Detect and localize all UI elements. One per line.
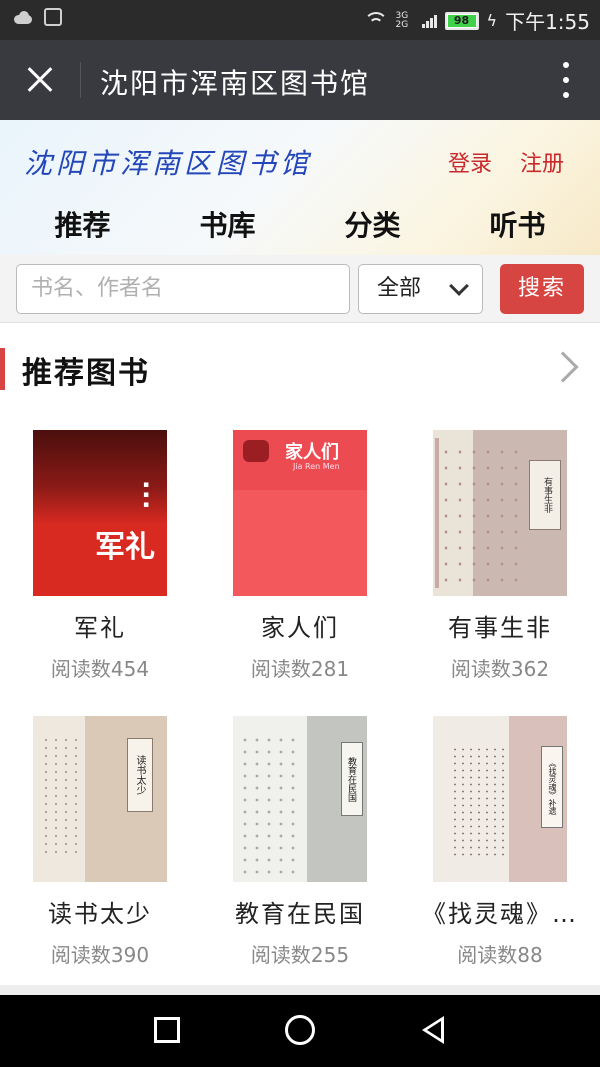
book-read-count: 阅读数390 — [50, 943, 150, 967]
page-title: 沈阳市浑南区图书馆 — [100, 67, 371, 100]
nav-library[interactable]: 书库 — [191, 204, 263, 244]
cover-title-text: 军礼 — [95, 530, 155, 565]
book-cover[interactable]: ▪▪▪ 军礼 — [33, 430, 167, 596]
chevron-right-icon[interactable] — [547, 351, 579, 383]
book-title[interactable]: 家人们 — [200, 608, 400, 643]
cover-title-text: 读书太少 — [127, 738, 153, 812]
book-title[interactable]: 《找灵魂》… — [400, 894, 600, 929]
search-scope-value: 全部 — [377, 276, 422, 301]
nav-audiobooks[interactable]: 听书 — [481, 204, 553, 244]
charging-icon: ϟ — [486, 11, 498, 30]
book-cover[interactable]: 家人们 Jia Ren Men — [233, 430, 367, 596]
book-title[interactable]: 军礼 — [0, 608, 200, 643]
title-bar: 沈阳市浑南区图书馆 — [0, 40, 600, 120]
cover-title-text: 教育在民国 — [341, 742, 363, 816]
search-button[interactable]: 搜索 — [500, 264, 584, 314]
signal-icon — [421, 14, 437, 28]
more-options-icon[interactable] — [556, 62, 576, 98]
cover-title-text: 家人们 — [285, 442, 339, 463]
book-card[interactable]: ▪▪▪ 军礼 军礼 阅读数454 — [0, 430, 200, 682]
book-read-count: 阅读数281 — [250, 657, 350, 681]
book-cover[interactable]: 读书太少 — [33, 716, 167, 882]
register-link[interactable]: 注册 — [520, 146, 564, 178]
nav-recommend[interactable]: 推荐 — [46, 204, 118, 244]
home-icon[interactable] — [285, 1015, 315, 1045]
book-read-count: 阅读数255 — [250, 943, 350, 967]
book-cover[interactable]: 教育在民国 — [233, 716, 367, 882]
back-icon[interactable] — [422, 1016, 444, 1044]
status-bar: 3G 2G 98 ϟ 下午1:55 — [0, 0, 600, 40]
wifi-icon — [363, 11, 388, 30]
book-cover[interactable]: 有事生非 — [433, 430, 567, 596]
site-header: 沈阳市浑南区图书馆 登录 注册 推荐 书库 分类 听书 — [0, 120, 600, 255]
network-type-label: 3G 2G — [395, 10, 409, 30]
cover-title-text: 有事生非 — [529, 460, 561, 530]
cover-title-text: 《找灵魂》补遗 — [541, 746, 563, 828]
section-accent-bar — [0, 348, 5, 390]
recent-apps-icon[interactable] — [154, 1017, 180, 1043]
system-nav-bar — [0, 995, 600, 1067]
book-cover[interactable]: 《找灵魂》补遗 — [433, 716, 567, 882]
recommended-section-header[interactable]: 推荐图书 — [0, 340, 600, 396]
clock: 下午1:55 — [505, 10, 590, 34]
search-input[interactable]: 书名、作者名 — [16, 264, 350, 314]
main-nav: 推荐 书库 分类 听书 — [0, 204, 600, 244]
close-icon[interactable] — [20, 60, 60, 100]
section-title: 推荐图书 — [22, 356, 150, 391]
content-bottom-divider — [0, 985, 600, 995]
nav-category[interactable]: 分类 — [336, 204, 408, 244]
site-logo-text: 沈阳市浑南区图书馆 — [24, 147, 313, 180]
book-read-count: 阅读数454 — [50, 657, 150, 681]
book-card[interactable]: 《找灵魂》补遗 《找灵魂》… 阅读数88 — [400, 716, 600, 968]
book-card[interactable]: 有事生非 有事生非 阅读数362 — [400, 430, 600, 682]
battery-level: 98 — [453, 13, 470, 27]
cloud-icon — [12, 10, 34, 24]
book-title[interactable]: 教育在民国 — [200, 894, 400, 929]
book-card[interactable]: 读书太少 读书太少 阅读数390 — [0, 716, 200, 968]
book-title[interactable]: 有事生非 — [400, 608, 600, 643]
search-bar: 书名、作者名 全部 搜索 — [0, 255, 600, 323]
health-app-icon — [44, 8, 62, 26]
battery-icon: 98 — [444, 11, 479, 30]
book-card[interactable]: 家人们 Jia Ren Men 家人们 阅读数281 — [200, 430, 400, 682]
book-title[interactable]: 读书太少 — [0, 894, 200, 929]
book-read-count: 阅读数88 — [457, 943, 543, 967]
chevron-down-icon — [449, 276, 469, 296]
title-divider — [80, 62, 81, 98]
login-link[interactable]: 登录 — [448, 146, 492, 178]
book-card[interactable]: 教育在民国 教育在民国 阅读数255 — [200, 716, 400, 968]
book-read-count: 阅读数362 — [450, 657, 550, 681]
cover-pinyin-text: Jia Ren Men — [293, 462, 340, 471]
cover-author-text: ▪▪▪ — [141, 480, 151, 510]
search-scope-select[interactable]: 全部 — [358, 264, 483, 314]
auth-links: 登录 注册 — [448, 146, 564, 178]
